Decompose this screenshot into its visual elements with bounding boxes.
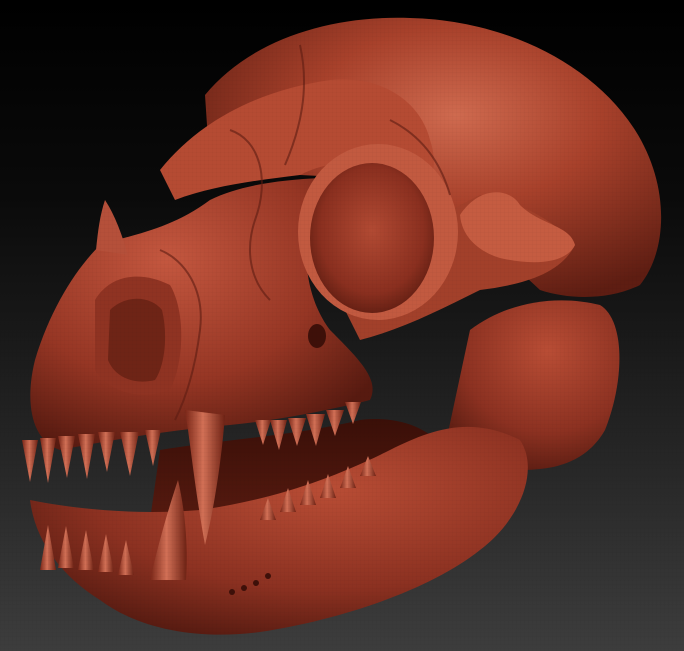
sculpt-viewport[interactable]	[0, 0, 684, 651]
mesh-overlay	[0, 0, 684, 651]
skull-sculpt	[0, 0, 684, 651]
